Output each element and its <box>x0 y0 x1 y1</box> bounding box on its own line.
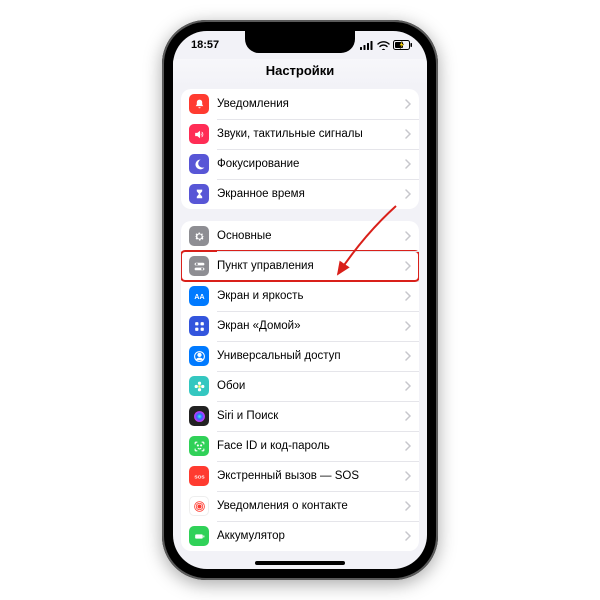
face-icon <box>189 436 209 456</box>
flower-icon <box>189 376 209 396</box>
chevron-right-icon <box>405 159 411 169</box>
status-time: 18:57 <box>191 39 219 51</box>
row-label: Обои <box>217 380 405 392</box>
settings-list[interactable]: Уведомления Звуки, тактильные сигналы Фоку… <box>173 85 427 569</box>
row-wallpaper[interactable]: Обои <box>181 371 419 401</box>
row-label: Фокусирование <box>217 158 405 170</box>
home-indicator[interactable] <box>255 561 345 565</box>
row-label: Основные <box>217 230 405 242</box>
row-label: Пункт управления <box>217 260 405 272</box>
row-label: Экран «Домой» <box>217 320 405 332</box>
row-label: Уведомления о контакте <box>217 500 405 512</box>
row-label: Экранное время <box>217 188 405 200</box>
chevron-right-icon <box>405 501 411 511</box>
battery-charging-icon <box>393 40 413 50</box>
row-faceid[interactable]: Face ID и код-пароль <box>181 431 419 461</box>
status-indicators <box>360 40 413 50</box>
row-label: Аккумулятор <box>217 530 405 542</box>
chevron-right-icon <box>405 411 411 421</box>
row-focus[interactable]: Фокусирование <box>181 149 419 179</box>
chevron-right-icon <box>405 471 411 481</box>
chevron-right-icon <box>405 441 411 451</box>
svg-text:AA: AA <box>194 294 204 301</box>
chevron-right-icon <box>405 381 411 391</box>
chevron-right-icon <box>405 129 411 139</box>
wifi-icon <box>377 41 390 50</box>
row-label: Звуки, тактильные сигналы <box>217 128 405 140</box>
settings-group-1: Уведомления Звуки, тактильные сигналы Фоку… <box>181 89 419 209</box>
speaker-icon <box>189 124 209 144</box>
row-label: Экстренный вызов — SOS <box>217 470 405 482</box>
settings-group-2: Основные Пункт управления AA Экран и яркост… <box>181 221 419 551</box>
row-label: Экран и яркость <box>217 290 405 302</box>
row-sounds[interactable]: Звуки, тактильные сигналы <box>181 119 419 149</box>
grid-icon <box>189 316 209 336</box>
sos-icon: SOS <box>189 466 209 486</box>
bell-icon <box>189 94 209 114</box>
chevron-right-icon <box>405 189 411 199</box>
chevron-right-icon <box>405 321 411 331</box>
row-notifications[interactable]: Уведомления <box>181 89 419 119</box>
aa-icon: AA <box>189 286 209 306</box>
row-sos[interactable]: SOS Экстренный вызов — SOS <box>181 461 419 491</box>
row-battery[interactable]: Аккумулятор <box>181 521 419 551</box>
row-siri[interactable]: Siri и Поиск <box>181 401 419 431</box>
chevron-right-icon <box>405 351 411 361</box>
switches-icon <box>189 256 209 276</box>
person-icon <box>189 346 209 366</box>
row-general[interactable]: Основные <box>181 221 419 251</box>
exposure-icon <box>189 496 209 516</box>
row-label: Уведомления <box>217 98 405 110</box>
screen: 18:57 Настройки Уведомления Звуки, тактил… <box>173 31 427 569</box>
chevron-right-icon <box>405 261 411 271</box>
chevron-right-icon <box>405 231 411 241</box>
row-display[interactable]: AA Экран и яркость <box>181 281 419 311</box>
svg-text:SOS: SOS <box>194 474 205 480</box>
row-label: Face ID и код-пароль <box>217 440 405 452</box>
row-accessibility[interactable]: Универсальный доступ <box>181 341 419 371</box>
battery-icon <box>189 526 209 546</box>
page-title: Настройки <box>173 59 427 86</box>
notch <box>245 31 355 53</box>
hourglass-icon <box>189 184 209 204</box>
chevron-right-icon <box>405 291 411 301</box>
row-label: Siri и Поиск <box>217 410 405 422</box>
phone-frame: 18:57 Настройки Уведомления Звуки, тактил… <box>162 20 438 580</box>
row-exposure[interactable]: Уведомления о контакте <box>181 491 419 521</box>
row-label: Универсальный доступ <box>217 350 405 362</box>
gear-icon <box>189 226 209 246</box>
row-control-center[interactable]: Пункт управления <box>181 251 419 281</box>
chevron-right-icon <box>405 531 411 541</box>
row-home-screen[interactable]: Экран «Домой» <box>181 311 419 341</box>
chevron-right-icon <box>405 99 411 109</box>
signal-icon <box>360 41 374 50</box>
siri-icon <box>189 406 209 426</box>
moon-icon <box>189 154 209 174</box>
row-screentime[interactable]: Экранное время <box>181 179 419 209</box>
